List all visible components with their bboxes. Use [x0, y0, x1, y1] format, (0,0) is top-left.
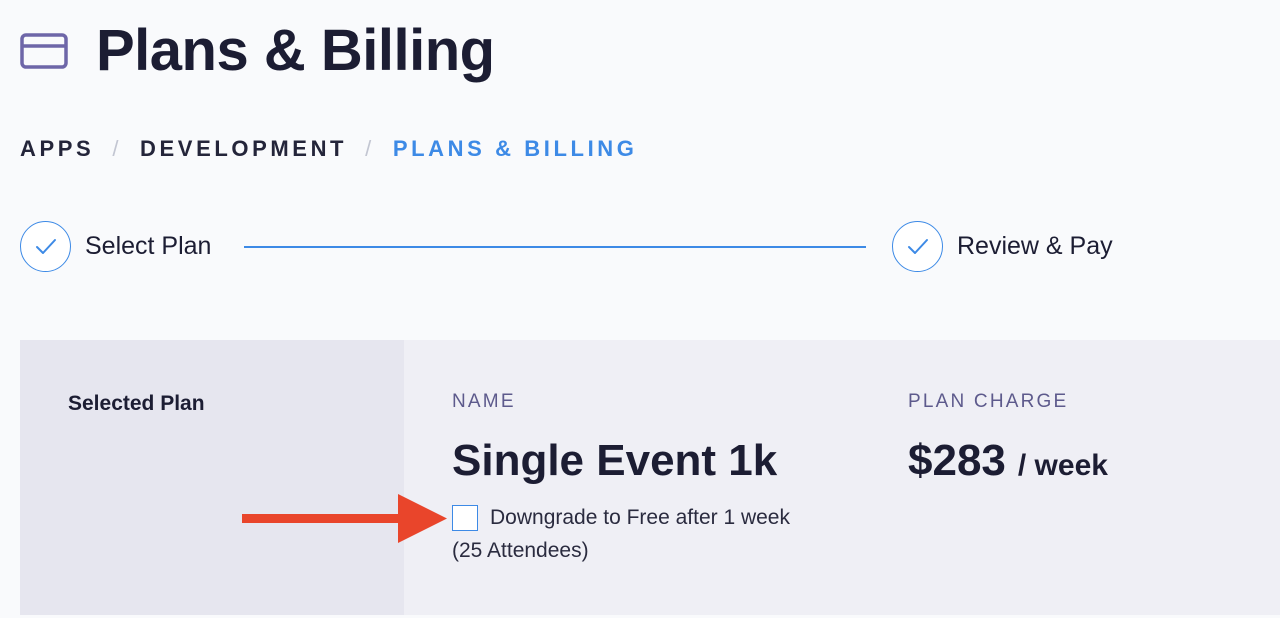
plan-charge: $283 / week: [908, 436, 1108, 486]
breadcrumb-apps[interactable]: APPS: [20, 136, 94, 162]
step-label: Select Plan: [85, 232, 212, 260]
downgrade-label-line2: (25 Attendees): [452, 539, 589, 562]
page-header: Plans & Billing: [20, 18, 495, 84]
credit-card-icon: [20, 33, 68, 69]
checkout-stepper: Select Plan Review & Pay: [20, 221, 1260, 273]
check-icon: [20, 221, 71, 272]
plan-charge-label: PLAN CHARGE: [908, 391, 1069, 412]
breadcrumb-separator: /: [365, 136, 375, 161]
step-label: Review & Pay: [957, 232, 1113, 260]
plans-billing-page: Plans & Billing APPS / DEVELOPMENT / PLA…: [0, 0, 1280, 618]
selected-plan-heading: Selected Plan: [68, 392, 205, 415]
downgrade-option[interactable]: Downgrade to Free after 1 week (25 Atten…: [452, 504, 790, 567]
breadcrumb-development[interactable]: DEVELOPMENT: [140, 136, 347, 162]
breadcrumb: APPS / DEVELOPMENT / PLANS & BILLING: [20, 136, 637, 162]
step-select-plan[interactable]: Select Plan: [20, 221, 211, 272]
step-review-pay[interactable]: Review & Pay: [892, 221, 1113, 272]
name-label: NAME: [452, 391, 516, 412]
page-title: Plans & Billing: [96, 18, 495, 83]
arrow-right-icon: [242, 494, 447, 543]
downgrade-checkbox[interactable]: [452, 505, 478, 531]
price-amount: $283: [908, 436, 1006, 485]
step-connector: [244, 246, 866, 248]
plan-side-column: Selected Plan: [20, 340, 404, 615]
plan-name: Single Event 1k: [452, 436, 778, 485]
downgrade-label: Downgrade to Free after 1 week (25 Atten…: [452, 504, 790, 567]
downgrade-label-line1: Downgrade to Free after 1 week: [490, 506, 790, 529]
breadcrumb-separator: /: [112, 136, 123, 161]
price-period: / week: [1017, 449, 1108, 482]
breadcrumb-plans-billing: PLANS & BILLING: [392, 136, 638, 161]
selected-plan-panel: Selected Plan NAME PLAN CHARGE Single Ev…: [20, 340, 1280, 615]
plan-details: NAME PLAN CHARGE Single Event 1k $283 / …: [404, 340, 1280, 615]
check-icon: [892, 221, 943, 272]
